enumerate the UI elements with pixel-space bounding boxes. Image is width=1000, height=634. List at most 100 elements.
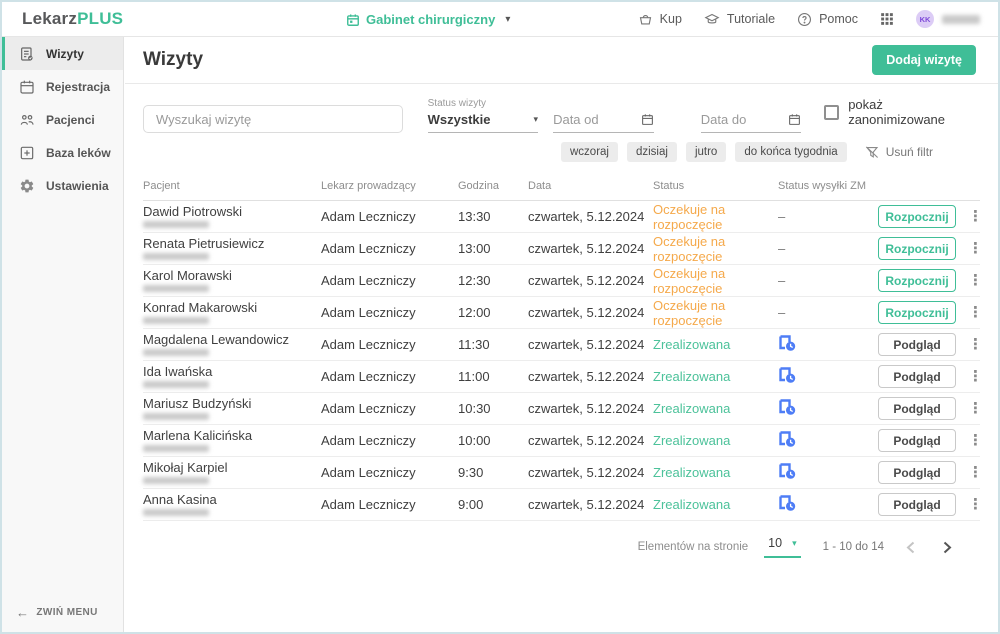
chip-dzisiaj[interactable]: dzisiaj <box>627 142 677 162</box>
chip-jutro[interactable]: jutro <box>686 142 726 162</box>
row-actions: Podgląd ⋮ <box>878 365 989 388</box>
table-row: Mikołaj KarpielAdam Leczniczy9:30czwarte… <box>143 457 980 489</box>
patient-id-redacted <box>143 413 209 420</box>
sidebar-item-label: Pacjenci <box>46 113 95 127</box>
start-visit-button[interactable]: Rozpocznij <box>878 269 956 292</box>
collapse-menu-label: ZWIŃ MENU <box>36 607 97 618</box>
per-page-select[interactable]: 10 ▾ <box>764 536 800 558</box>
tutorials-button[interactable]: Tutoriale <box>704 12 775 27</box>
col-status-zm: Status wysyłki ZM <box>778 180 878 192</box>
patient-id-redacted <box>143 509 209 516</box>
patient-name: Dawid Piotrowski <box>143 205 321 218</box>
sidebar-item-baza-lekow[interactable]: Baza leków <box>2 136 123 169</box>
prev-page-button[interactable] <box>900 539 921 556</box>
row-menu-icon[interactable]: ⋮ <box>968 468 983 478</box>
row-menu-icon[interactable]: ⋮ <box>968 436 983 446</box>
preview-button[interactable]: Podgląd <box>878 397 956 420</box>
visit-status: Zrealizowana <box>653 433 778 448</box>
apps-grid-button[interactable] <box>880 12 894 26</box>
sidebar-item-wizyty[interactable]: Wizyty <box>2 37 123 70</box>
zm-status-cell <box>778 463 878 483</box>
patient-name: Mikołaj Karpiel <box>143 461 321 474</box>
zm-sent-clock-icon <box>778 367 797 384</box>
row-menu-icon[interactable]: ⋮ <box>968 500 983 510</box>
start-visit-button[interactable]: Rozpocznij <box>878 301 956 324</box>
chip-do-konca-tygodnia[interactable]: do końca tygodnia <box>735 142 846 162</box>
topbar: LekarzPLUS Gabinet chirurgiczny ▾ K <box>2 2 998 37</box>
clear-filter-button[interactable]: Usuń filtr <box>864 145 933 160</box>
pagination: Elementów na stronie 10 ▾ 1 - 10 do 14 <box>125 536 998 558</box>
col-data: Data <box>528 180 653 192</box>
row-menu-icon[interactable]: ⋮ <box>968 308 983 318</box>
app-window: LekarzPLUS Gabinet chirurgiczny ▾ K <box>0 0 1000 634</box>
start-visit-button[interactable]: Rozpocznij <box>878 205 956 228</box>
add-visit-button[interactable]: Dodaj wizytę <box>872 45 976 75</box>
patient-id-redacted <box>143 445 209 452</box>
date-to-input[interactable] <box>701 112 775 127</box>
next-page-button[interactable] <box>937 539 958 556</box>
patient-id-redacted <box>143 285 209 292</box>
patient-cell: Anna Kasina <box>143 493 321 516</box>
row-menu-icon[interactable]: ⋮ <box>968 372 983 382</box>
collapse-menu-button[interactable]: ← ZWIŃ MENU <box>16 605 98 620</box>
row-menu-icon[interactable]: ⋮ <box>968 404 983 414</box>
row-actions: Podgląd ⋮ <box>878 461 989 484</box>
patient-id-redacted <box>143 253 209 260</box>
visit-status-select[interactable]: Status wizyty Wszystkie ▾ <box>428 98 538 133</box>
zm-status-empty: – <box>778 241 785 256</box>
col-pacjent: Pacjent <box>143 180 321 192</box>
date-from-field[interactable] <box>553 112 654 133</box>
graduation-cap-icon <box>704 12 720 27</box>
clinic-calendar-icon <box>346 13 360 27</box>
table-header: Pacjent Lekarz prowadzący Godzina Data S… <box>143 180 980 201</box>
date-to-field[interactable] <box>701 112 802 133</box>
visit-date: czwartek, 5.12.2024 <box>528 305 653 320</box>
question-circle-icon <box>797 12 812 27</box>
show-anonymized-toggle[interactable]: pokaż zanonimizowane <box>824 97 980 127</box>
table-row: Magdalena LewandowiczAdam Leczniczy11:30… <box>143 329 980 361</box>
sidebar-item-rejestracja[interactable]: Rejestracja <box>2 70 123 103</box>
patient-name: Marlena Kalicińska <box>143 429 321 442</box>
row-actions: Podgląd ⋮ <box>878 493 989 516</box>
preview-button[interactable]: Podgląd <box>878 461 956 484</box>
visit-status: Oczekuje na rozpoczęcie <box>653 202 778 232</box>
zm-status-cell <box>778 431 878 451</box>
sidebar-item-ustawienia[interactable]: Ustawienia <box>2 169 123 202</box>
avatar: KK <box>916 10 934 28</box>
doctor-name: Adam Leczniczy <box>321 305 458 320</box>
row-menu-icon[interactable]: ⋮ <box>968 276 983 286</box>
row-menu-icon[interactable]: ⋮ <box>968 212 983 222</box>
doctor-name: Adam Leczniczy <box>321 465 458 480</box>
help-button[interactable]: Pomoc <box>797 12 858 27</box>
visit-status-select-label: Status wizyty <box>428 98 538 109</box>
row-menu-icon[interactable]: ⋮ <box>968 340 983 350</box>
sidebar-item-label: Baza leków <box>46 146 111 160</box>
row-menu-icon[interactable]: ⋮ <box>968 244 983 254</box>
buy-button[interactable]: Kup <box>638 12 682 27</box>
chip-wczoraj[interactable]: wczoraj <box>561 142 618 162</box>
calendar-icon[interactable] <box>788 113 801 126</box>
chevron-down-icon: ▾ <box>505 14 510 25</box>
search-input[interactable] <box>143 105 403 133</box>
user-menu[interactable]: KK <box>916 10 980 28</box>
preview-button[interactable]: Podgląd <box>878 493 956 516</box>
calendar-icon[interactable] <box>641 113 654 126</box>
row-actions: Rozpocznij ⋮ <box>878 205 989 228</box>
visit-time: 11:30 <box>458 337 528 352</box>
preview-button[interactable]: Podgląd <box>878 333 956 356</box>
zm-status-cell: – <box>778 209 878 224</box>
grid-icon <box>880 12 894 26</box>
checkbox-unchecked[interactable] <box>824 105 839 120</box>
patient-id-redacted <box>143 317 209 324</box>
sidebar-item-pacjenci[interactable]: Pacjenci <box>2 103 123 136</box>
table-row: Mariusz BudzyńskiAdam Leczniczy10:30czwa… <box>143 393 980 425</box>
table-row: Konrad MakarowskiAdam Leczniczy12:00czwa… <box>143 297 980 329</box>
preview-button[interactable]: Podgląd <box>878 429 956 452</box>
clinic-selector[interactable]: Gabinet chirurgiczny ▾ <box>346 2 510 37</box>
preview-button[interactable]: Podgląd <box>878 365 956 388</box>
start-visit-button[interactable]: Rozpocznij <box>878 237 956 260</box>
visit-date: czwartek, 5.12.2024 <box>528 401 653 416</box>
date-from-input[interactable] <box>553 112 627 127</box>
logo-text-primary: Lekarz <box>22 9 77 28</box>
patient-cell: Mariusz Budzyński <box>143 397 321 420</box>
